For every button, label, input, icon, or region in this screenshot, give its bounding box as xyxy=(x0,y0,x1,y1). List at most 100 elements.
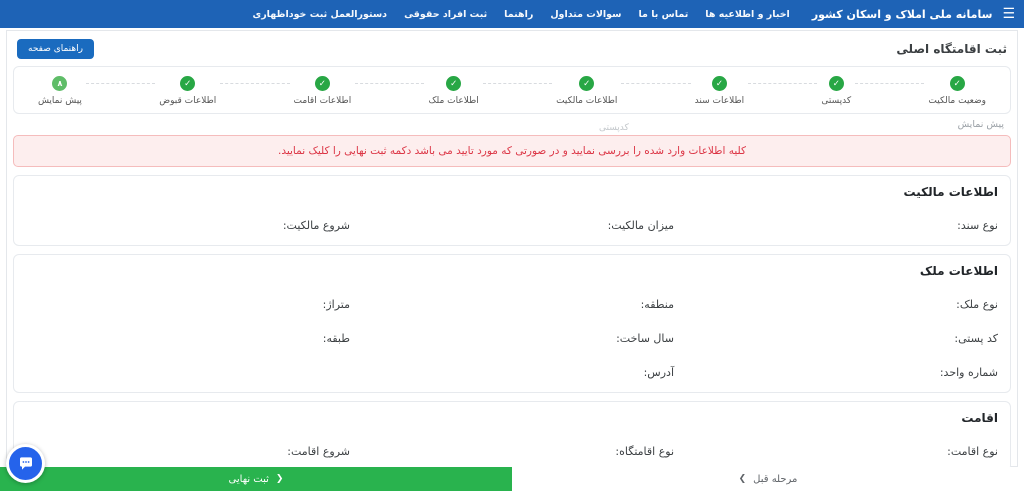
nav-item[interactable]: ثبت افراد حقوقی xyxy=(404,9,487,20)
field-label: سال ساخت: xyxy=(616,332,674,345)
wizard-stepper: ✓ وضعیت مالکیت ✓ کدپستی ✓ اطلاعات سند ✓ اطلاعات… xyxy=(13,66,1011,114)
field-cell: شروع مالکیت: xyxy=(26,214,350,233)
field-label: شروع اقامت: xyxy=(287,445,350,458)
final-submit-button[interactable]: ❮ ثبت نهایی xyxy=(0,467,512,491)
field-label: شماره واحد: xyxy=(939,366,998,379)
nav-item[interactable]: راهنما xyxy=(504,9,533,20)
step-5[interactable]: ✓ اطلاعات ملک xyxy=(424,76,482,106)
field-cell: متراژ: xyxy=(26,293,350,312)
field-cell: نوع اقامت: xyxy=(674,440,998,459)
field-label: نوع اقامت: xyxy=(947,445,998,458)
check-icon: ✓ xyxy=(446,76,462,91)
nav-item[interactable]: اخبار و اطلاعیه ها xyxy=(705,9,790,20)
nav-item[interactable]: دستورالعمل ثبت خوداظهاری xyxy=(252,9,387,20)
section-title: اقامت xyxy=(961,411,998,425)
step-label: اطلاعات مالکیت xyxy=(556,96,618,106)
field-label: شروع مالکیت: xyxy=(282,219,350,232)
field-cell: شماره واحد: xyxy=(674,361,998,380)
review-alert: کلیه اطلاعات وارد شده را بررسی نمایید و … xyxy=(13,135,1011,167)
field-row: شماره واحد: آدرس: xyxy=(26,361,998,380)
previous-step-button[interactable]: مرحله قبل ❯ xyxy=(512,467,1024,491)
step-label: اطلاعات سند xyxy=(694,96,745,106)
stepper-sub-row: پیش نمایش کدپستی xyxy=(7,114,1017,135)
check-icon: ✓ xyxy=(579,76,595,91)
check-icon: ✓ xyxy=(314,76,330,91)
field-cell: شروع اقامت: xyxy=(26,440,350,459)
section-title: اطلاعات مالکیت xyxy=(903,185,999,199)
step-label: اطلاعات ملک xyxy=(428,96,479,106)
top-navbar: ☰ سامانه ملی املاک و اسکان کشور اخبار و … xyxy=(0,0,1024,28)
nav-item[interactable]: تماس با ما xyxy=(638,9,688,20)
step-number-badge: ۸ xyxy=(52,76,68,91)
step-connector xyxy=(85,83,156,84)
step-4[interactable]: ✓ اطلاعات مالکیت xyxy=(552,76,621,106)
nav-item[interactable]: سوالات متداول xyxy=(550,9,621,20)
step-connector xyxy=(220,83,290,84)
field-cell: نوع سند: xyxy=(674,214,998,233)
section-card: اطلاعات ملک نوع ملک: منطقه: متراژ: کد پستی: س… xyxy=(13,254,1011,393)
step-connector xyxy=(621,83,691,84)
final-submit-label: ثبت نهایی xyxy=(228,473,269,485)
page-title: ثبت اقامتگاه اصلی xyxy=(896,42,1007,56)
field-row: کد پستی: سال ساخت: طبقه: xyxy=(26,327,998,346)
step-6[interactable]: ✓ اطلاعات اقامت xyxy=(290,76,356,106)
step-label: وضعیت مالکیت xyxy=(928,96,986,106)
step-connector xyxy=(748,83,818,84)
field-label: منطقه: xyxy=(640,298,674,311)
field-cell: نوع اقامتگاه: xyxy=(350,440,674,459)
content-panel: ثبت اقامتگاه اصلی راهنمای صفحه ✓ وضعیت ما… xyxy=(6,30,1018,491)
page-guide-button[interactable]: راهنمای صفحه xyxy=(17,39,94,59)
field-cell: سال ساخت: xyxy=(350,327,674,346)
review-sections: اطلاعات مالکیت نوع سند: میزان مالکیت: شروع … xyxy=(7,175,1017,472)
previous-step-label: مرحله قبل xyxy=(753,473,798,485)
chevron-left-icon: ❮ xyxy=(275,473,284,484)
field-label: میزان مالکیت: xyxy=(607,219,674,232)
brand-title[interactable]: سامانه ملی املاک و اسکان کشور xyxy=(812,8,993,21)
section-card: اطلاعات مالکیت نوع سند: میزان مالکیت: شروع … xyxy=(13,175,1011,246)
check-icon: ✓ xyxy=(949,76,965,91)
field-label: متراژ: xyxy=(322,298,350,311)
wizard-footer: مرحله قبل ❯ ❮ ثبت نهایی xyxy=(0,467,1024,491)
field-row: نوع اقامت: نوع اقامتگاه: شروع اقامت: xyxy=(26,440,998,459)
chevron-right-icon: ❯ xyxy=(738,473,747,484)
step-connector xyxy=(482,83,553,84)
step-label: اطلاعات قبوض xyxy=(159,96,217,106)
field-label: نوع سند: xyxy=(957,219,998,232)
field-cell: منطقه: xyxy=(350,293,674,312)
section-card: اقامت نوع اقامت: نوع اقامتگاه: شروع اقامت: xyxy=(13,401,1011,472)
step-7[interactable]: ✓ اطلاعات قبوض xyxy=(155,76,220,106)
postal-sub-caption: کدپستی xyxy=(599,123,629,133)
active-step-caption: پیش نمایش xyxy=(957,119,1004,130)
field-cell: میزان مالکیت: xyxy=(350,214,674,233)
chat-icon xyxy=(19,456,32,470)
field-cell: طبقه: xyxy=(26,327,350,346)
field-label: طبقه: xyxy=(322,332,350,345)
navbar-menu: اخبار و اطلاعیه ها تماس با ما سوالات متداو… xyxy=(252,9,789,20)
step-label: پیش نمایش xyxy=(37,96,82,106)
field-cell: کد پستی: xyxy=(674,327,998,346)
step-label: اطلاعات اقامت xyxy=(293,96,352,106)
field-label: آدرس: xyxy=(643,366,674,379)
section-title: اطلاعات ملک xyxy=(919,264,998,278)
field-cell: آدرس: xyxy=(350,361,674,380)
field-cell: نوع ملک: xyxy=(674,293,998,312)
field-row: نوع سند: میزان مالکیت: شروع مالکیت: xyxy=(26,214,998,233)
step-8[interactable]: ۸ پیش نمایش xyxy=(34,76,86,106)
support-fab[interactable] xyxy=(6,444,45,483)
step-3[interactable]: ✓ اطلاعات سند xyxy=(691,76,748,106)
check-icon: ✓ xyxy=(828,76,844,91)
page-header: ثبت اقامتگاه اصلی راهنمای صفحه xyxy=(7,31,1017,66)
field-label: کد پستی: xyxy=(954,332,998,345)
field-cell xyxy=(26,361,350,380)
step-2[interactable]: ✓ کدپستی xyxy=(817,76,855,106)
step-connector xyxy=(355,83,425,84)
step-1[interactable]: ✓ وضعیت مالکیت xyxy=(924,76,990,106)
hamburger-icon[interactable]: ☰ xyxy=(1002,7,1015,21)
step-connector xyxy=(855,83,925,84)
check-icon: ✓ xyxy=(711,76,727,91)
check-icon: ✓ xyxy=(180,76,196,91)
step-label: کدپستی xyxy=(821,96,852,106)
field-label: نوع اقامتگاه: xyxy=(615,445,674,458)
field-label: نوع ملک: xyxy=(956,298,998,311)
field-row: نوع ملک: منطقه: متراژ: xyxy=(26,293,998,312)
